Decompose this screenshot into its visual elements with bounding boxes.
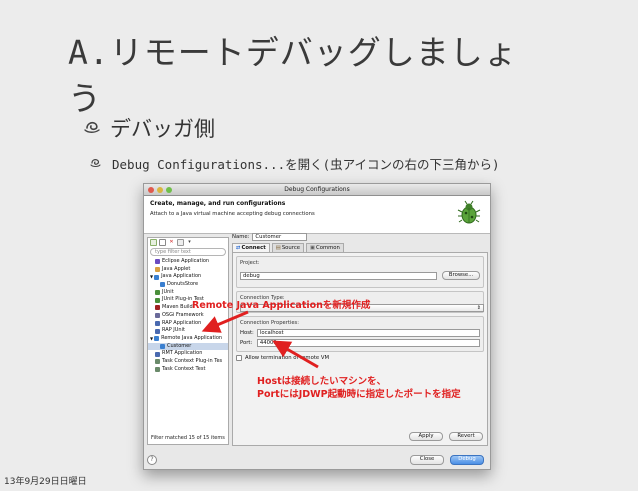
host-annotation-line1: Hostは接続したいマシンを、	[257, 376, 387, 387]
remote-app-annotation: Remote Java Applicationを新規作成	[192, 300, 371, 311]
arrow-to-remote-app	[201, 310, 249, 333]
annotation-arrows	[201, 310, 319, 369]
arrow-to-port	[272, 340, 319, 369]
footer-date: 13年9月29日日曜日	[4, 477, 87, 487]
host-annotation-line2: PortにはJDWP起動時に指定したポートを指定	[257, 389, 461, 400]
